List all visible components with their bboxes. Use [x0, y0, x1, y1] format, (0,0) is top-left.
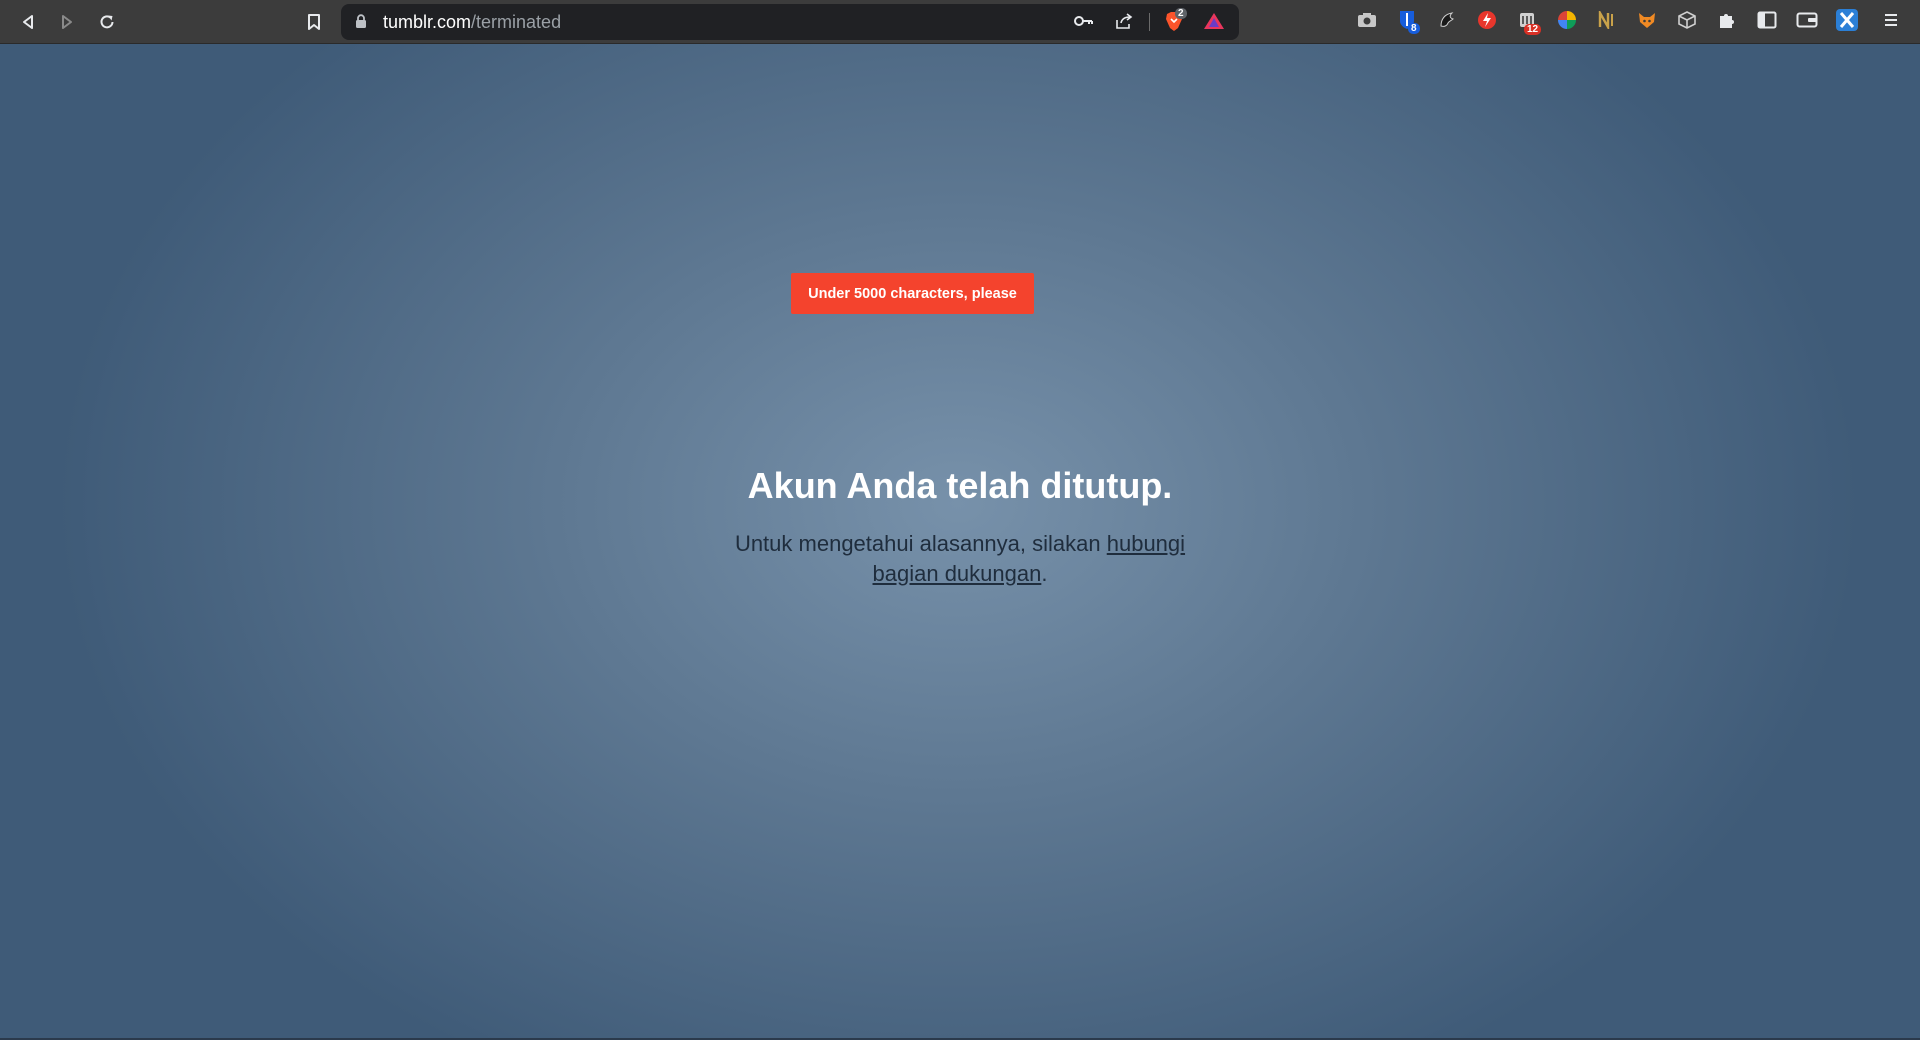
bookmark-icon: [306, 13, 322, 31]
extensions-button[interactable]: [1714, 9, 1740, 35]
error-toast: Under 5000 characters, please: [791, 273, 1034, 314]
share-button[interactable]: [1113, 12, 1135, 34]
share-icon: [1114, 12, 1134, 35]
wolf-extension-button[interactable]: [1434, 9, 1460, 35]
page-content: Under 5000 characters, please Akun Anda …: [0, 44, 1920, 1038]
reader-extension-button[interactable]: 12: [1514, 9, 1542, 35]
lock-icon[interactable]: [355, 14, 367, 34]
browser-toolbar: tumblr.com/terminated 2 8 12: [0, 0, 1920, 44]
camera-extension-button[interactable]: [1354, 9, 1380, 35]
fox-extension-icon: [1637, 11, 1657, 34]
url-path: /terminated: [471, 12, 562, 32]
back-arrow-icon: [19, 13, 37, 31]
bookmark-button[interactable]: [300, 8, 328, 36]
bolt-extension-button[interactable]: [1474, 9, 1500, 35]
reload-icon: [98, 13, 116, 31]
termination-message: Untuk mengetahui alasannya, silakan hubu…: [710, 529, 1210, 589]
url-text[interactable]: tumblr.com/terminated: [383, 13, 561, 31]
color-wheel-extension-button[interactable]: [1554, 9, 1580, 35]
brave-rewards-button[interactable]: [1203, 12, 1225, 34]
sidebar-button[interactable]: [1754, 9, 1780, 35]
address-bar[interactable]: tumblr.com/terminated 2: [341, 4, 1239, 40]
forward-button[interactable]: [53, 8, 81, 36]
color-wheel-extension-icon: [1557, 10, 1577, 35]
fox-extension-button[interactable]: [1634, 9, 1660, 35]
n-extension-icon: [1597, 7, 1617, 34]
n-extension-button[interactable]: [1594, 7, 1620, 35]
forward-arrow-icon: [58, 13, 76, 31]
back-button[interactable]: [14, 8, 42, 36]
cube-extension-button[interactable]: [1674, 9, 1700, 35]
reload-button[interactable]: [93, 8, 121, 36]
brave-shields-button[interactable]: 2: [1163, 8, 1187, 34]
bitwarden-extension-button[interactable]: 8: [1394, 9, 1420, 35]
key-icon: [1074, 14, 1094, 32]
reader-badge: 12: [1524, 24, 1542, 35]
menu-button[interactable]: [1878, 9, 1904, 35]
menu-icon: [1883, 12, 1899, 33]
wallet-icon: [1796, 11, 1818, 34]
message-prefix: Untuk mengetahui alasannya, silakan: [734, 531, 1107, 556]
bitwarden-badge: 8: [1408, 23, 1420, 34]
brave-rewards-icon: [1203, 11, 1225, 36]
password-key-button[interactable]: [1073, 12, 1095, 34]
sidebar-icon: [1757, 11, 1777, 34]
x-extension-button[interactable]: [1834, 8, 1860, 37]
camera-extension-icon: [1357, 12, 1377, 33]
wolf-extension-icon: [1437, 10, 1457, 35]
url-host: tumblr.com: [383, 12, 472, 32]
x-extension-icon: [1835, 8, 1859, 37]
bolt-extension-icon: [1477, 10, 1497, 35]
puzzle-extensions-icon: [1717, 10, 1737, 35]
page-title: Akun Anda telah ditutup.: [747, 465, 1173, 506]
wallet-button[interactable]: [1794, 9, 1820, 35]
cube-extension-icon: [1677, 10, 1697, 35]
brave-shield-count: 2: [1175, 8, 1187, 19]
address-bar-divider: [1149, 13, 1150, 31]
message-suffix: .: [1041, 561, 1048, 586]
